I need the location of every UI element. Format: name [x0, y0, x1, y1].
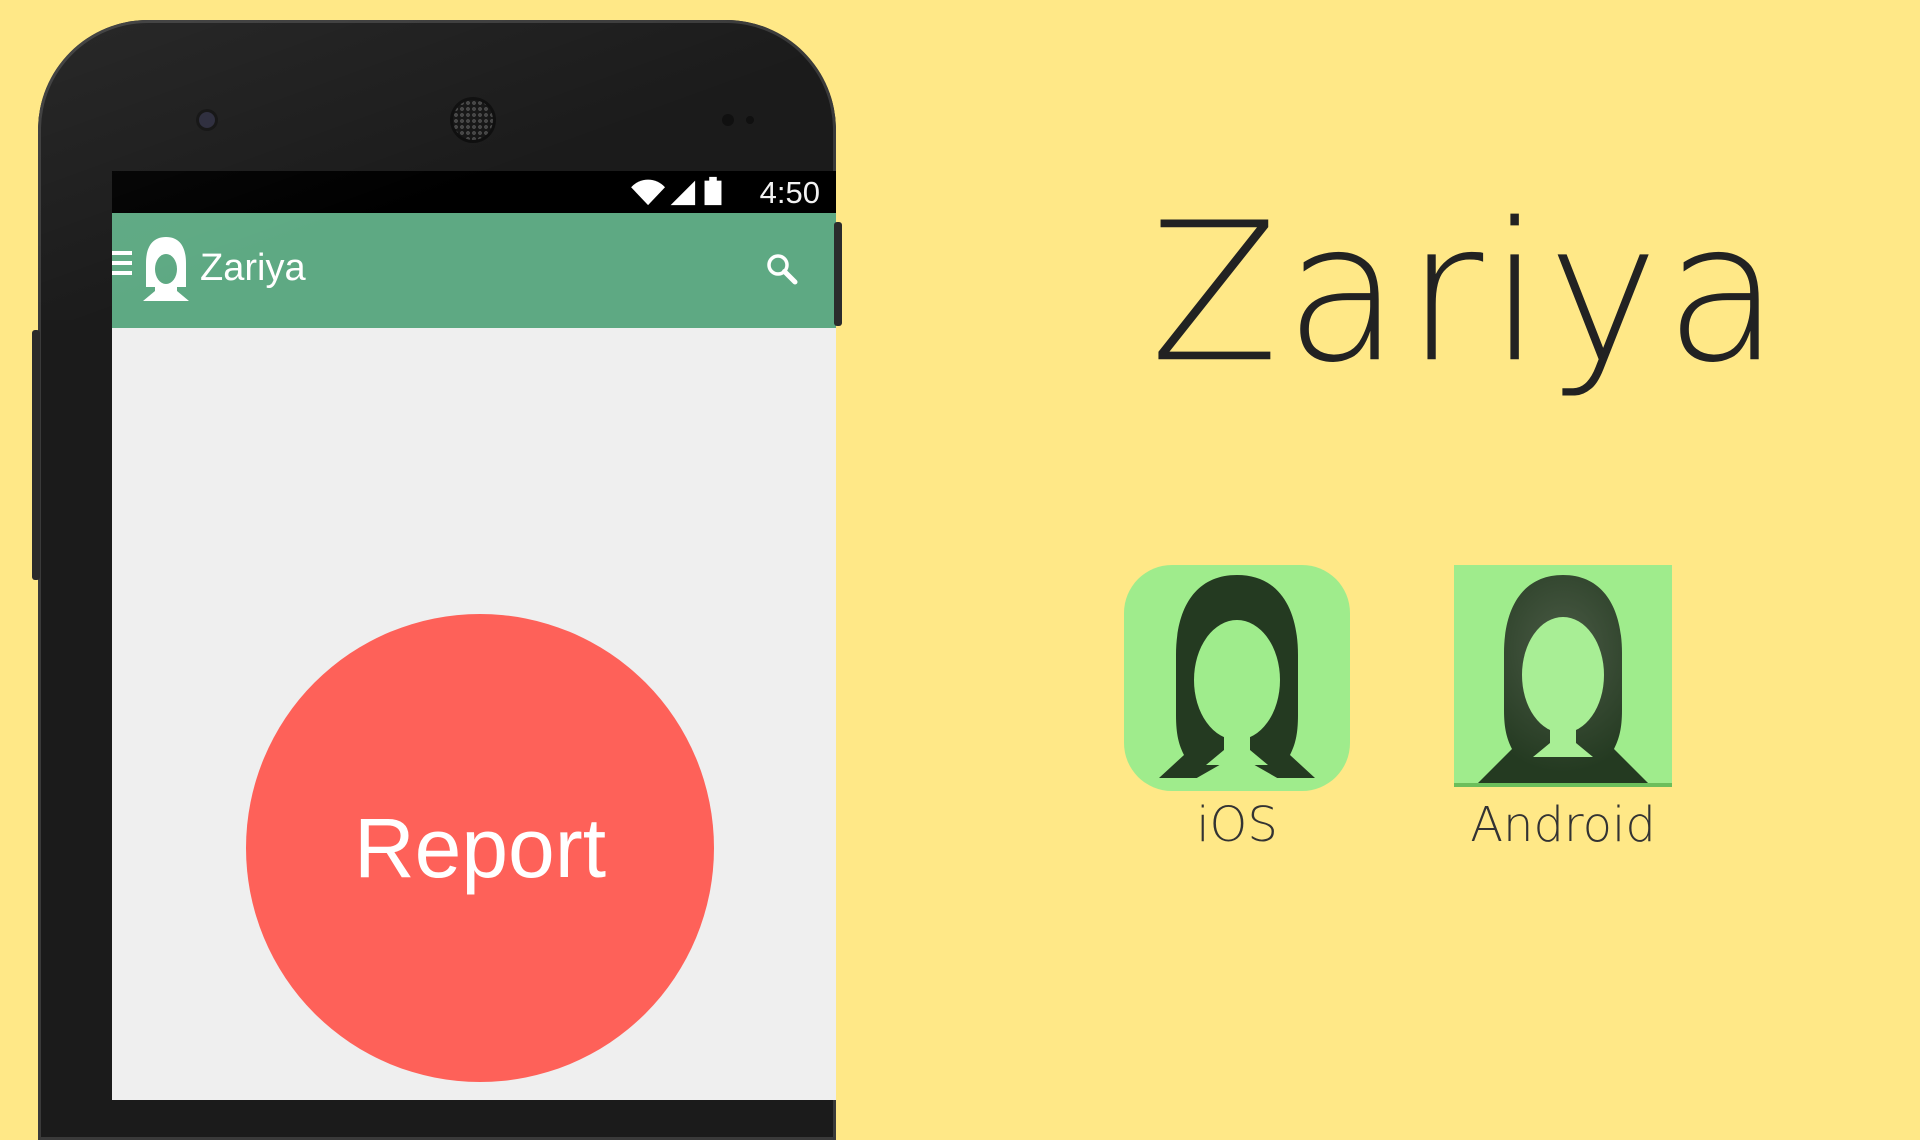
search-icon[interactable]	[764, 251, 800, 287]
phone-screen: 4:50 Zariya Report	[112, 171, 836, 1100]
light-sensor	[746, 116, 754, 124]
signal-icon	[670, 180, 696, 206]
earpiece-speaker	[453, 100, 493, 140]
wifi-icon	[631, 179, 665, 206]
woman-silhouette-icon	[1159, 575, 1315, 791]
power-button	[834, 222, 842, 326]
front-camera	[199, 112, 215, 128]
app-title: Zariya	[200, 247, 306, 289]
battery-icon	[704, 176, 722, 206]
phone-mockup: 4:50 Zariya Report	[38, 20, 836, 1140]
proximity-sensor	[722, 114, 734, 126]
brand-title: Zariya	[1150, 181, 1786, 406]
ios-app-icon	[1124, 565, 1350, 791]
app-bar: Zariya	[112, 213, 836, 328]
volume-button	[32, 330, 40, 580]
android-label: Android	[1470, 797, 1656, 853]
hamburger-menu-icon[interactable]	[112, 251, 132, 277]
ios-label: iOS	[1196, 797, 1278, 853]
status-icons	[631, 176, 722, 206]
status-bar: 4:50	[112, 171, 836, 213]
woman-silhouette-icon	[143, 237, 189, 301]
woman-silhouette-icon	[1478, 575, 1648, 783]
report-button[interactable]: Report	[246, 614, 714, 1082]
status-time: 4:50	[759, 175, 820, 210]
android-app-icon	[1454, 565, 1672, 783]
